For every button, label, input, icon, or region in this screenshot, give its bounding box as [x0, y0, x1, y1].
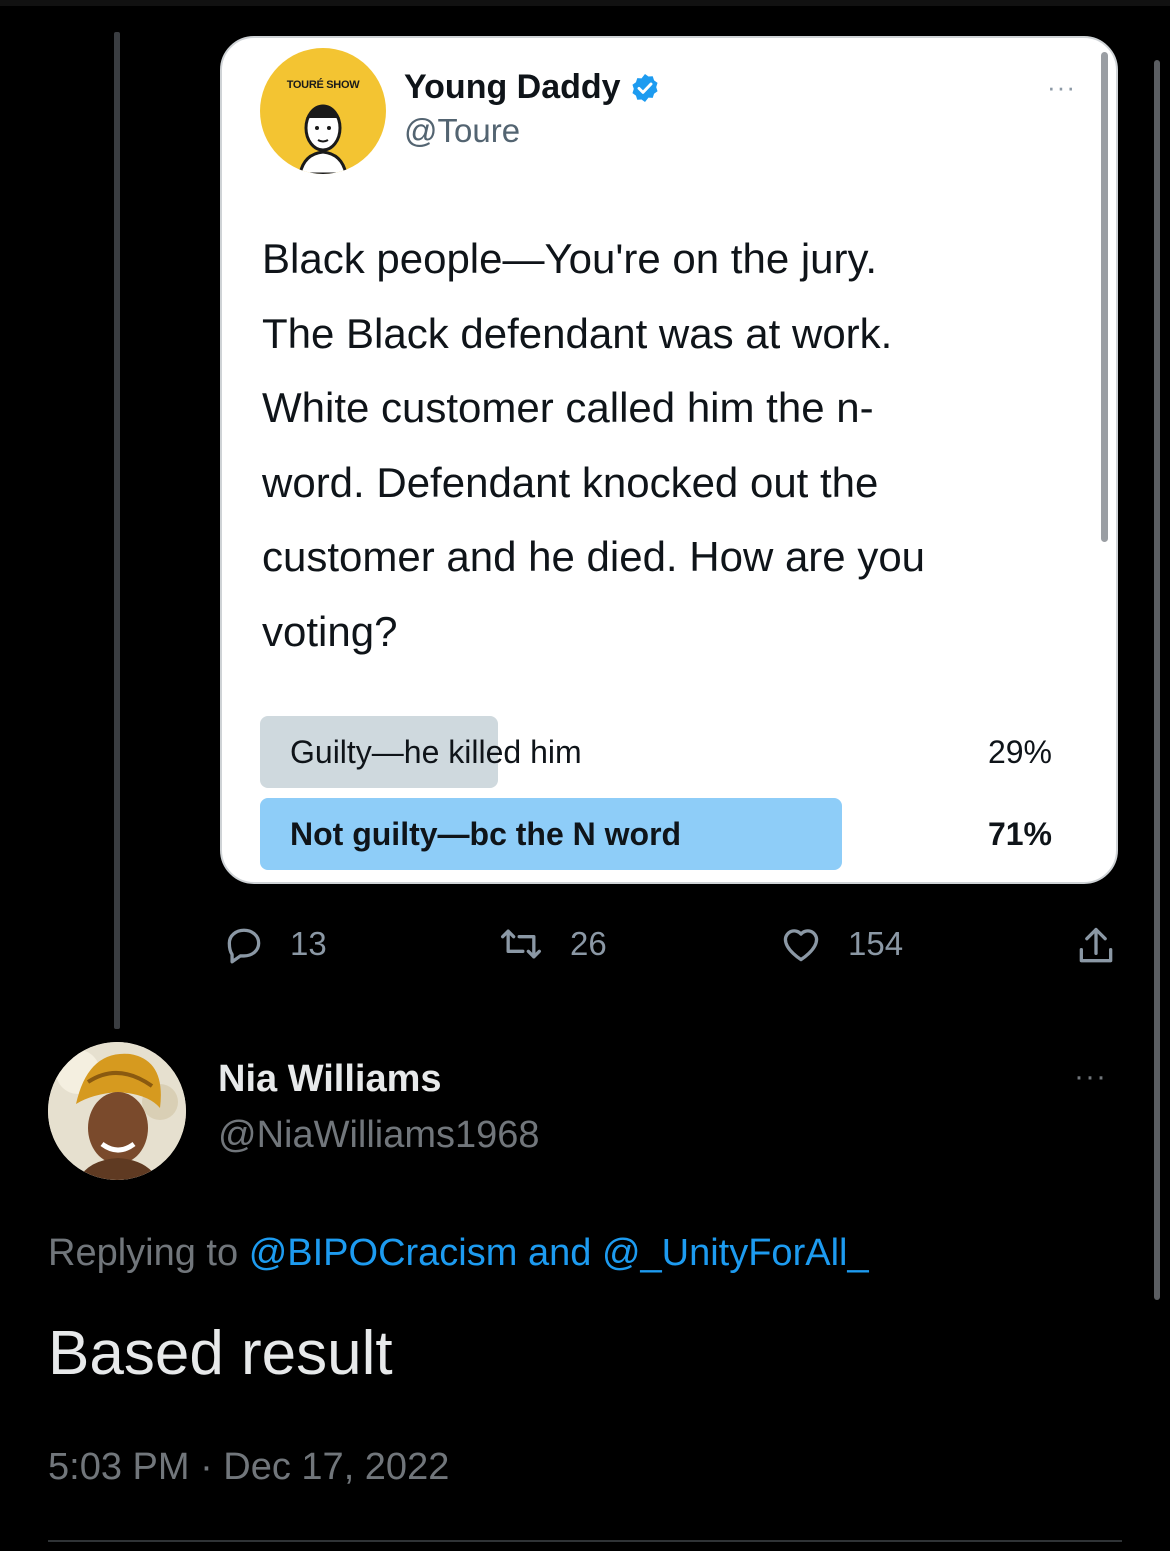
like-count: 154: [848, 925, 904, 962]
reply-icon: [227, 928, 261, 964]
reply-count: 13: [290, 925, 327, 962]
share-button[interactable]: [1074, 922, 1118, 970]
quoted-author-name-text: Young Daddy: [404, 68, 621, 106]
poll-option-label: Not guilty—bc the N word: [290, 816, 682, 852]
retweet-icon: [501, 929, 541, 959]
quoted-text-line: voting?: [262, 607, 398, 655]
poll-option-percent: 71%: [987, 816, 1052, 852]
avatar-photo-icon: [48, 1042, 186, 1180]
quoted-text-line: Black people—You're on the jury.: [262, 235, 878, 282]
reply-more-icon[interactable]: ···: [1074, 1060, 1107, 1094]
quoted-tweet-text: Black people—You're on the jury. The Bla…: [262, 222, 1082, 669]
like-button[interactable]: 154: [778, 922, 903, 966]
mention-link[interactable]: @_UnityForAll_: [602, 1232, 869, 1274]
share-icon: [1079, 927, 1113, 963]
and-word: and: [527, 1232, 592, 1274]
page-scrollbar[interactable]: [1154, 60, 1160, 1300]
image-scrollbar: [1101, 52, 1108, 542]
tweet-timestamp[interactable]: 5:03 PM · Dec 17, 2022: [48, 1446, 449, 1489]
poll-option-percent: 29%: [987, 734, 1052, 770]
reply-author-handle[interactable]: @NiaWilliams1968: [218, 1114, 540, 1157]
quoted-text-line: customer and he died. How are you: [262, 533, 926, 580]
poll-option-guilty: Guilty—he killed him 29%: [260, 716, 1052, 788]
tweet-action-bar: 13 26 154: [0, 922, 1170, 982]
quoted-more-icon[interactable]: ···: [1047, 72, 1076, 103]
quoted-author-avatar[interactable]: TOURÉ SHOW: [260, 48, 386, 174]
reply-author-name[interactable]: Nia Williams: [218, 1058, 442, 1101]
quoted-author-name[interactable]: Young Daddy: [404, 68, 661, 107]
thread-connector-line: [114, 32, 120, 1029]
section-divider: [48, 1540, 1122, 1542]
reply-tweet-text: Based result: [48, 1319, 393, 1388]
retweet-button[interactable]: 26: [496, 922, 607, 966]
top-edge: [0, 0, 1170, 6]
replying-prefix: Replying to: [48, 1232, 239, 1274]
mention-link[interactable]: @BIPOCracism: [249, 1232, 518, 1274]
reply-author-avatar[interactable]: [48, 1042, 186, 1180]
quoted-text-line: The Black defendant was at work.: [262, 309, 893, 357]
avatar-show-label: TOURÉ SHOW: [286, 79, 360, 91]
poll-option-not-guilty: Not guilty—bc the N word 71%: [260, 798, 1052, 870]
avatar-portrait-icon: [298, 104, 348, 174]
quoted-text-line: word. Defendant knocked out the: [262, 458, 879, 506]
replying-to-line: Replying to @BIPOCracism and @_UnityForA…: [48, 1232, 869, 1275]
heart-icon: [783, 929, 819, 962]
quoted-author-handle[interactable]: @Toure: [404, 112, 520, 150]
quoted-tweet-image[interactable]: TOURÉ SHOW Young Daddy @Toure ··· Black …: [220, 36, 1118, 884]
quoted-text-line: White customer called him the n-: [262, 384, 874, 431]
reply-button[interactable]: 13: [222, 922, 327, 966]
verified-badge-icon: [632, 73, 658, 102]
retweet-count: 26: [570, 925, 607, 962]
poll-option-label: Guilty—he killed him: [290, 734, 582, 770]
